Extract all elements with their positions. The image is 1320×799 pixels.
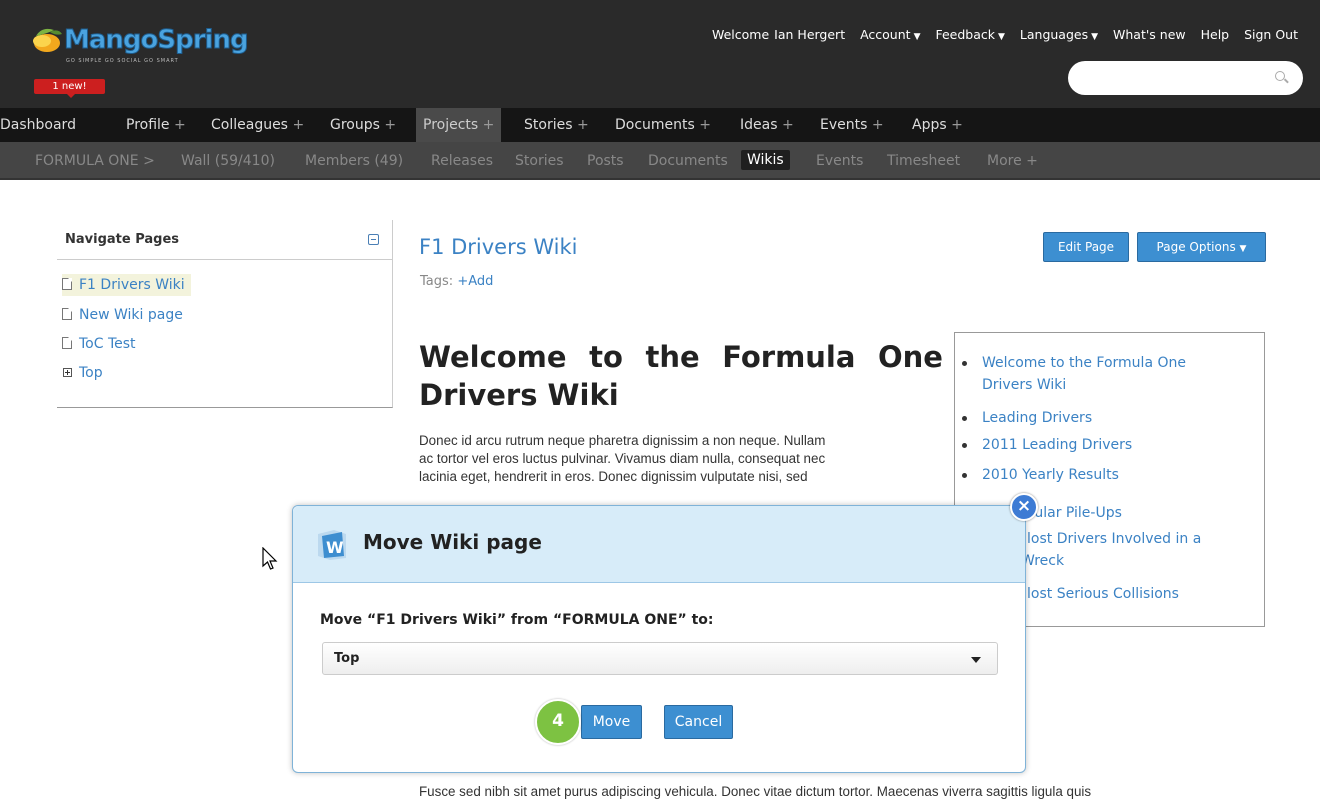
top-nav: Welcome Ian Hergert Account ▼ Feedback ▼ La…: [701, 27, 1298, 42]
panel-title: Navigate Pages: [65, 232, 180, 247]
add-tag-link[interactable]: +Add: [457, 274, 493, 289]
search-icon[interactable]: [1275, 71, 1285, 81]
page-options-button[interactable]: Page Options ▼: [1137, 232, 1266, 262]
nav-groups[interactable]: Groups +: [330, 108, 396, 142]
languages-menu[interactable]: Languages ▼: [1020, 27, 1098, 42]
page-icon: [62, 278, 72, 290]
sign-out-link[interactable]: Sign Out: [1244, 27, 1298, 42]
page-item-f1-drivers-wiki[interactable]: F1 Drivers Wiki: [62, 274, 191, 296]
edit-page-button[interactable]: Edit Page: [1043, 232, 1129, 262]
cancel-button[interactable]: Cancel: [664, 705, 733, 739]
page-item-new-wiki-page[interactable]: New Wiki page: [62, 304, 183, 326]
page-icon: [62, 308, 72, 320]
toc-item-continued[interactable]: Wreck: [1021, 551, 1064, 571]
subnav-releases[interactable]: Releases: [431, 153, 493, 169]
nav-projects[interactable]: Projects +: [416, 108, 502, 142]
tags-row: Tags: +Add: [420, 274, 494, 289]
toc-item[interactable]: Leading Drivers: [961, 408, 1092, 428]
welcome-text: Welcome: [711, 27, 770, 42]
subnav-wikis[interactable]: Wikis: [741, 150, 790, 170]
nav-documents[interactable]: Documents +: [615, 108, 711, 142]
destination-select[interactable]: Top: [322, 642, 998, 675]
page-item-top[interactable]: Top: [62, 362, 103, 384]
dialog-title: Move Wiki page: [363, 530, 542, 554]
chevron-down-icon: [971, 657, 981, 663]
main-nav: Dashboard Profile + Colleagues + Groups …: [0, 108, 1320, 142]
move-wiki-dialog: W Move Wiki page Move “F1 Drivers Wiki” …: [292, 505, 1026, 773]
feedback-menu[interactable]: Feedback ▼: [935, 27, 1004, 42]
mangospring-logo[interactable]: MangoSpring GO SIMPLE GO SOCIAL GO SMART: [24, 22, 264, 82]
move-instruction: Move “F1 Drivers Wiki” from “FORMULA ONE…: [320, 612, 714, 628]
subnav-timesheet[interactable]: Timesheet: [887, 153, 960, 169]
toc-item[interactable]: lost Serious Collisions: [1027, 584, 1179, 604]
help-link[interactable]: Help: [1201, 27, 1230, 42]
nav-profile[interactable]: Profile +: [126, 108, 186, 142]
user-name[interactable]: Ian Hergert: [774, 27, 845, 42]
toc-item[interactable]: 2010 Yearly Results: [962, 465, 1119, 485]
expand-icon[interactable]: [63, 368, 72, 377]
project-name[interactable]: FORMULA ONE >: [35, 153, 155, 169]
brand-tagline: GO SIMPLE GO SOCIAL GO SMART: [66, 58, 179, 64]
page-item-toc-test[interactable]: ToC Test: [62, 333, 136, 355]
subnav-more[interactable]: More +: [987, 153, 1038, 169]
header: MangoSpring GO SIMPLE GO SOCIAL GO SMART…: [0, 0, 1320, 108]
toc-item[interactable]: lost Drivers Involved in a: [1027, 529, 1201, 549]
notification-badge[interactable]: 1 new!: [34, 79, 105, 98]
caret-down-icon: ▼: [913, 32, 921, 42]
subnav-wall[interactable]: Wall (59/410): [181, 153, 275, 169]
subnav-members[interactable]: Members (49): [305, 153, 403, 169]
nav-dashboard[interactable]: Dashboard: [0, 108, 76, 142]
toc-item-continued[interactable]: Drivers Wiki: [982, 375, 1066, 395]
collapse-icon[interactable]: [368, 234, 379, 245]
nav-stories[interactable]: Stories +: [524, 108, 589, 142]
step-badge: 4: [535, 699, 581, 745]
nav-events[interactable]: Events +: [820, 108, 884, 142]
toc-item[interactable]: 2011 Leading Drivers: [961, 435, 1132, 455]
wiki-paragraph-2: Fusce sed nibh sit amet purus adipiscing…: [419, 784, 1092, 799]
caret-down-icon: ▼: [1091, 32, 1099, 42]
nav-colleagues[interactable]: Colleagues +: [211, 108, 304, 142]
move-button[interactable]: Move: [581, 705, 642, 739]
selected-destination: Top: [334, 651, 360, 666]
dialog-header: W Move Wiki page: [293, 506, 1025, 583]
breadcrumb-separator: >: [143, 153, 155, 169]
subnav-posts[interactable]: Posts: [587, 153, 624, 169]
caret-down-icon: ▼: [998, 32, 1005, 42]
caret-down-icon: ▼: [1239, 244, 1247, 254]
subnav-documents[interactable]: Documents: [648, 153, 728, 169]
nav-ideas[interactable]: Ideas +: [740, 108, 794, 142]
subnav-events[interactable]: Events: [816, 153, 863, 169]
page-icon: [62, 337, 72, 349]
whats-new-link[interactable]: What's new: [1113, 27, 1186, 42]
mouse-cursor-icon: [262, 547, 278, 570]
wiki-heading: Welcome to the Formula One Drivers Wiki: [419, 340, 943, 412]
account-menu[interactable]: Account ▼: [860, 27, 920, 42]
toc-item[interactable]: Welcome to the Formula One: [962, 353, 1186, 373]
toc-item[interactable]: zular Pile-Ups: [1027, 503, 1122, 523]
navigate-pages-panel: Navigate Pages F1 Drivers Wiki New Wiki …: [57, 220, 393, 408]
brand-name: MangoSpring: [64, 25, 250, 56]
svg-text:W: W: [326, 538, 344, 557]
wiki-paragraph: Donec id arcu rutrum neque pharetra dign…: [419, 433, 826, 484]
panel-header: Navigate Pages: [57, 220, 393, 260]
project-subnav: FORMULA ONE > Wall (59/410) Members (49)…: [0, 142, 1320, 180]
wiki-icon: W: [318, 530, 346, 560]
search-input[interactable]: [1068, 61, 1303, 95]
page-title: F1 Drivers Wiki: [419, 235, 578, 259]
subnav-stories[interactable]: Stories: [515, 153, 564, 169]
close-icon[interactable]: ×: [1010, 493, 1038, 521]
nav-apps[interactable]: Apps +: [912, 108, 963, 142]
mango-leaf-icon: [33, 28, 62, 52]
